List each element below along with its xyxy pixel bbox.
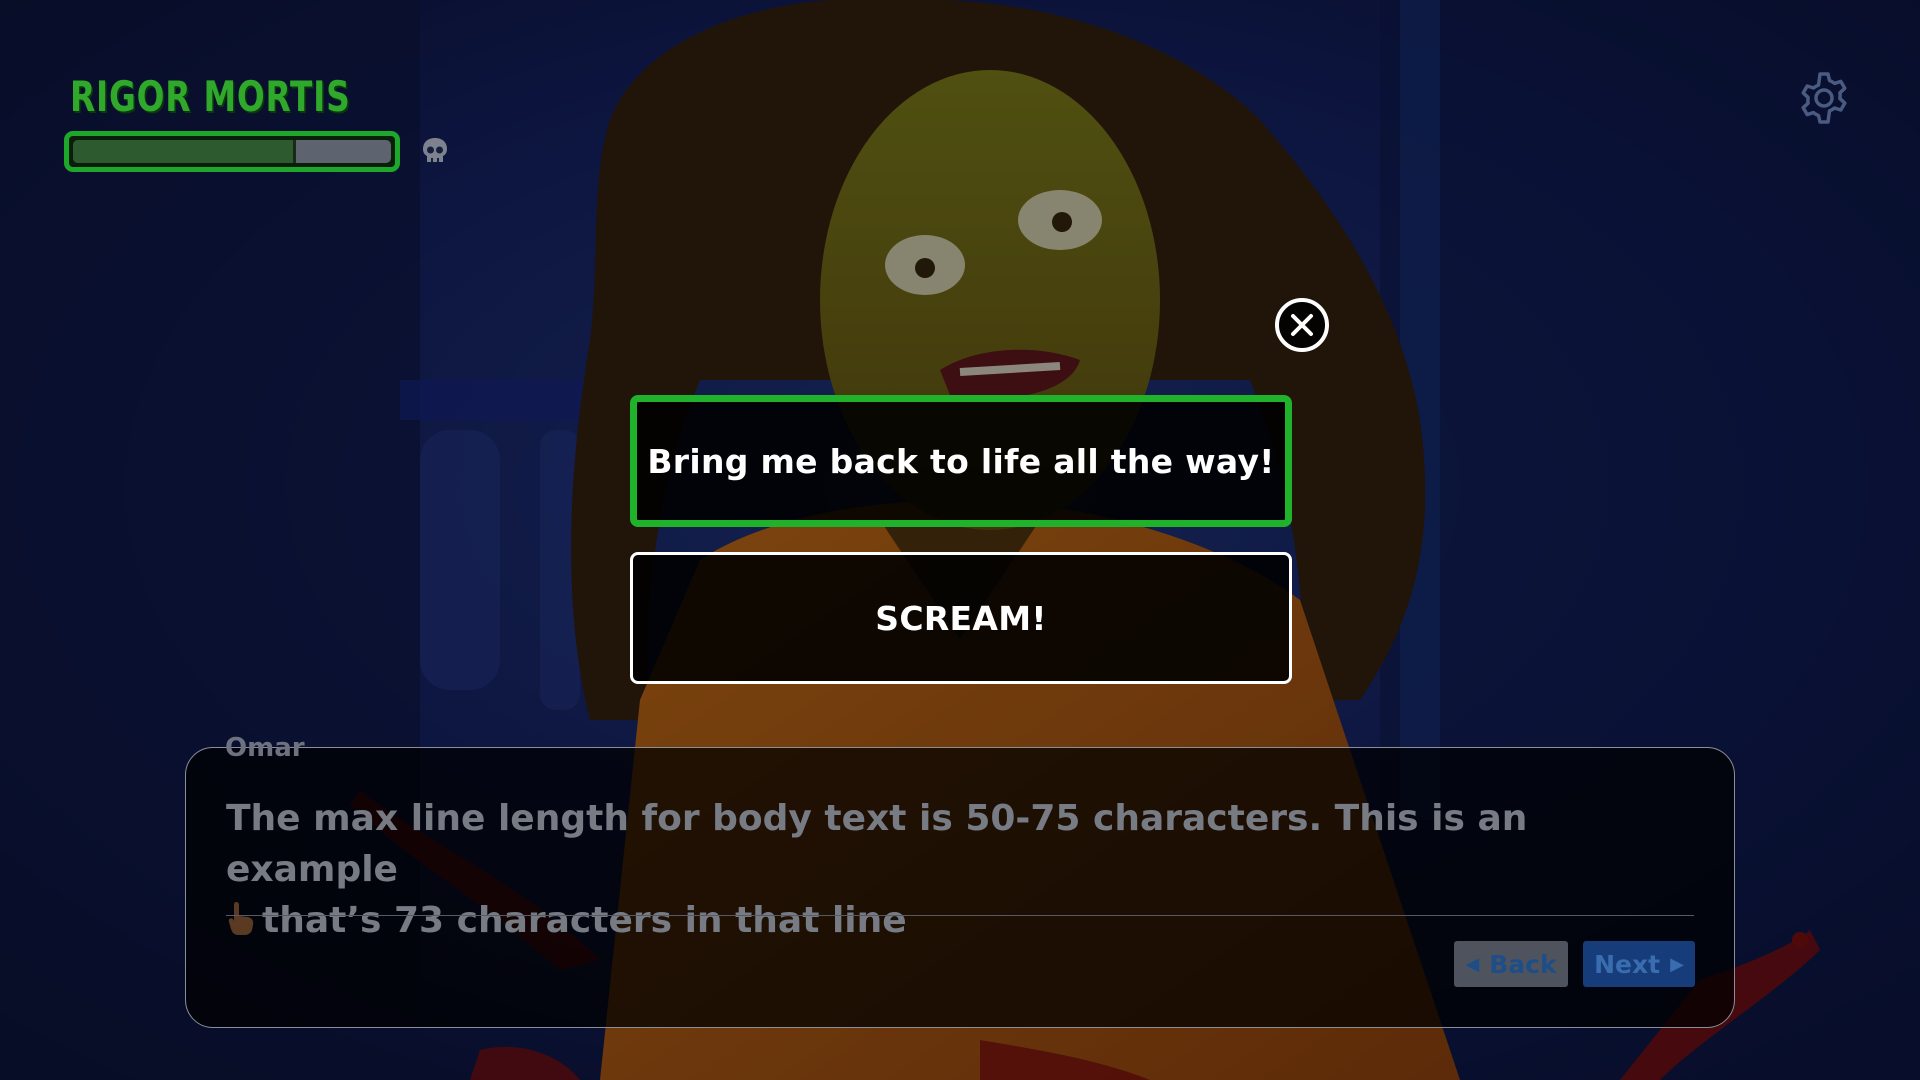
back-button[interactable]: ◀ Back <box>1454 941 1568 987</box>
back-button-label: Back <box>1489 949 1557 979</box>
dialogue-line-1: The max line length for body text is 50-… <box>226 798 1528 890</box>
dialogue-line-2-wrap: that’s 73 characters in that line <box>226 895 1706 946</box>
meter-fill <box>73 140 296 163</box>
next-button[interactable]: Next ▶ <box>1583 941 1695 987</box>
meter-title: RIGOR MORTIS <box>70 72 351 121</box>
close-button[interactable] <box>1275 298 1329 352</box>
triangle-left-icon: ◀ <box>1465 953 1480 975</box>
close-icon <box>1291 314 1313 336</box>
meter-track <box>73 140 391 163</box>
dialogue-line-2: that’s 73 characters in that line <box>262 900 907 941</box>
dialogue-text: The max line length for body text is 50-… <box>226 793 1706 946</box>
next-button-label: Next <box>1594 949 1661 979</box>
triangle-right-icon: ▶ <box>1670 953 1684 975</box>
pointing-finger-icon <box>228 902 254 935</box>
dialogue-box: The max line length for body text is 50-… <box>185 747 1735 1028</box>
dialogue-divider <box>226 915 1694 916</box>
rigor-mortis-meter <box>64 131 400 172</box>
choice-bring-back-to-life[interactable]: Bring me back to life all the way! <box>630 395 1292 527</box>
choice-scream[interactable]: SCREAM! <box>630 552 1292 684</box>
skull-icon <box>423 138 447 162</box>
speaker-name: Omar <box>225 733 305 763</box>
gear-icon[interactable] <box>1796 70 1852 126</box>
